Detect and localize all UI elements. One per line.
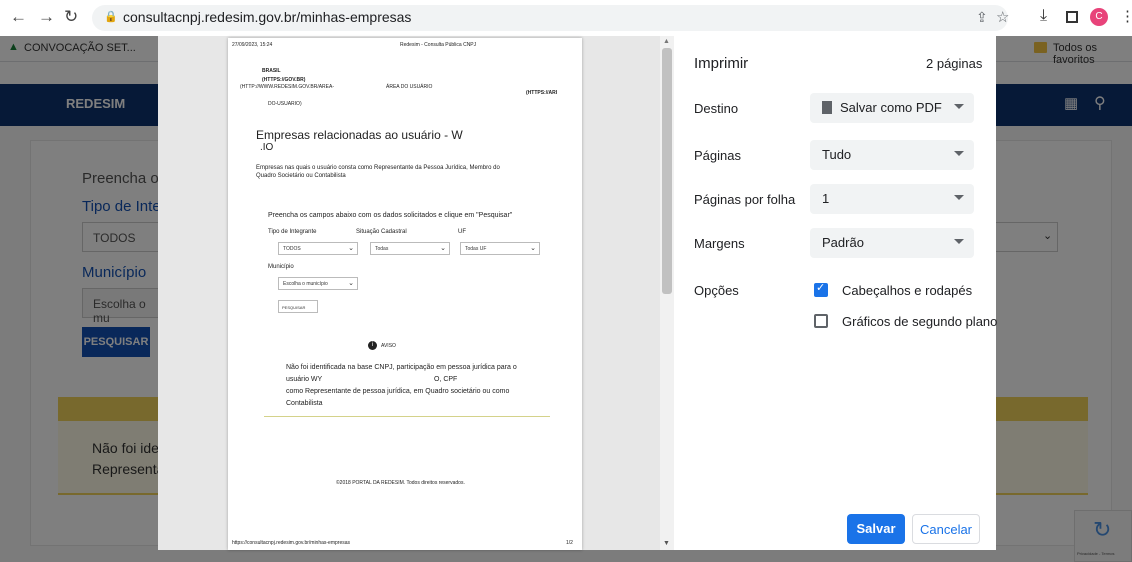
page-header-title: Redesim - Consulta Pública CNPJ xyxy=(400,42,477,48)
brasil-label: BRASIL xyxy=(262,68,281,74)
share-icon[interactable]: ⇪ xyxy=(976,9,988,26)
paginas-select[interactable]: Tudo xyxy=(810,140,974,170)
copyright: ©2018 PORTAL DA REDESIM. Todos direitos … xyxy=(336,480,465,486)
municipio-select[interactable]: Escolha o município ⌄ xyxy=(278,277,358,290)
dropdown-arrow-icon xyxy=(954,239,964,244)
uf-label: UF xyxy=(458,229,466,235)
situacao-label: Situação Cadastral xyxy=(356,229,407,235)
destino-label: Destino xyxy=(694,101,739,116)
destino-value: Salvar como PDF xyxy=(840,100,942,115)
chevron-down-icon: ⌄ xyxy=(348,280,354,287)
description-2: Quadro Societário ou Contabilista xyxy=(256,173,346,179)
star-icon[interactable]: ☆ xyxy=(996,8,1009,26)
headers-footers-checkbox[interactable]: ✓ xyxy=(814,282,828,297)
tipo-value: TODOS xyxy=(283,246,301,252)
description-1: Empresas nas quais o usuário consta como… xyxy=(256,165,500,171)
area-usuario[interactable]: ÁREA DO USUÁRIO xyxy=(386,84,432,90)
background-graphics-label[interactable]: Gráficos de segundo plano xyxy=(842,314,997,329)
margens-label: Margens xyxy=(694,236,745,251)
profile-avatar[interactable]: C xyxy=(1090,8,1108,26)
preview-scroll-thumb[interactable] xyxy=(662,48,672,294)
scroll-down-icon[interactable]: ▼ xyxy=(663,540,670,547)
https-ari[interactable]: (HTTPS://ARI xyxy=(526,90,557,96)
por-folha-label: Páginas por folha xyxy=(694,192,796,207)
opcoes-label: Opções xyxy=(694,283,739,298)
tipo-label: Tipo de Integrante xyxy=(268,229,317,235)
info-icon: i xyxy=(368,341,377,350)
page-footer-url: https://consultacnpj.redesim.gov.br/minh… xyxy=(232,540,351,546)
margens-value: Padrão xyxy=(822,235,864,250)
headers-footers-label[interactable]: Cabeçalhos e rodapés xyxy=(842,283,972,298)
paginas-value: Tudo xyxy=(822,147,852,162)
dropdown-arrow-icon xyxy=(954,104,964,109)
cancel-button[interactable]: Cancelar xyxy=(912,514,980,544)
notice-divider xyxy=(264,416,550,417)
instructions: Preencha os campos abaixo com os dados s… xyxy=(268,212,513,219)
page-footer-number: 1/2 xyxy=(566,540,573,546)
margens-select[interactable]: Padrão xyxy=(810,228,974,258)
chevron-down-icon: ⌄ xyxy=(440,245,446,252)
area-link[interactable]: (HTTP://WWW.REDESIM.GOV.BR/AREA- xyxy=(240,84,334,90)
gov-link[interactable]: (HTTPS://GOV.BR) xyxy=(262,77,305,83)
dropdown-arrow-icon xyxy=(954,151,964,156)
municipio-label: Município xyxy=(268,264,294,270)
por-folha-value: 1 xyxy=(822,191,830,206)
notice-line-4: Contabilista xyxy=(286,400,323,407)
save-button[interactable]: Salvar xyxy=(847,514,905,544)
tipo-select[interactable]: TODOS ⌄ xyxy=(278,242,358,255)
do-usuario: DO-USUARIO) xyxy=(268,101,302,107)
tab-icon[interactable] xyxy=(1066,11,1078,23)
notice-line-1: Não foi identificada na base CNPJ, parti… xyxy=(286,364,517,371)
download-icon[interactable]: ⤓ xyxy=(1040,7,1047,25)
por-folha-select[interactable]: 1 xyxy=(810,184,974,214)
preview-page: 27/09/2023, 15:24 Redesim - Consulta Púb… xyxy=(228,38,582,550)
browser-toolbar: ← → ↻ 🔒 consultacnpj.redesim.gov.br/minh… xyxy=(0,0,1132,36)
back-icon[interactable]: ← xyxy=(10,7,27,27)
url-text[interactable]: consultacnpj.redesim.gov.br/minhas-empre… xyxy=(123,9,411,25)
notice-line-3: como Representante de pessoa jurídica, e… xyxy=(286,388,510,395)
aviso-label: AVISO xyxy=(381,343,396,349)
notice-line-2a: usuário WY xyxy=(286,376,323,383)
print-title: Imprimir xyxy=(694,55,749,72)
chevron-down-icon: ⌄ xyxy=(530,245,536,252)
situacao-value: Todas xyxy=(375,246,389,252)
uf-select[interactable]: Todas UF ⌄ xyxy=(460,242,540,255)
chevron-down-icon: ⌄ xyxy=(348,245,354,252)
preview-search-button[interactable]: PESQUISAR xyxy=(278,300,318,313)
menu-icon[interactable]: ⋮ xyxy=(1120,7,1132,25)
file-icon xyxy=(822,101,832,114)
page-header-date: 27/09/2023, 15:24 xyxy=(232,42,273,48)
checkmark-icon: ✓ xyxy=(816,282,826,294)
lock-icon[interactable]: 🔒 xyxy=(104,10,118,23)
dropdown-arrow-icon xyxy=(954,195,964,200)
destino-select[interactable]: Salvar como PDF xyxy=(810,93,974,123)
reload-icon[interactable]: ↻ xyxy=(64,7,78,27)
scroll-up-icon[interactable]: ▲ xyxy=(663,38,670,45)
paginas-label: Páginas xyxy=(694,148,741,163)
page-heading-cont: .IO xyxy=(260,142,274,153)
notice-line-2b: O, CPF xyxy=(434,376,458,383)
forward-icon[interactable]: → xyxy=(38,7,55,27)
page-heading: Empresas relacionadas ao usuário - W xyxy=(256,128,463,142)
situacao-select[interactable]: Todas ⌄ xyxy=(370,242,450,255)
pages-count: 2 páginas xyxy=(926,56,983,71)
uf-value: Todas UF xyxy=(465,246,487,252)
municipio-value: Escolha o município xyxy=(283,281,328,287)
background-graphics-checkbox[interactable] xyxy=(814,314,828,328)
